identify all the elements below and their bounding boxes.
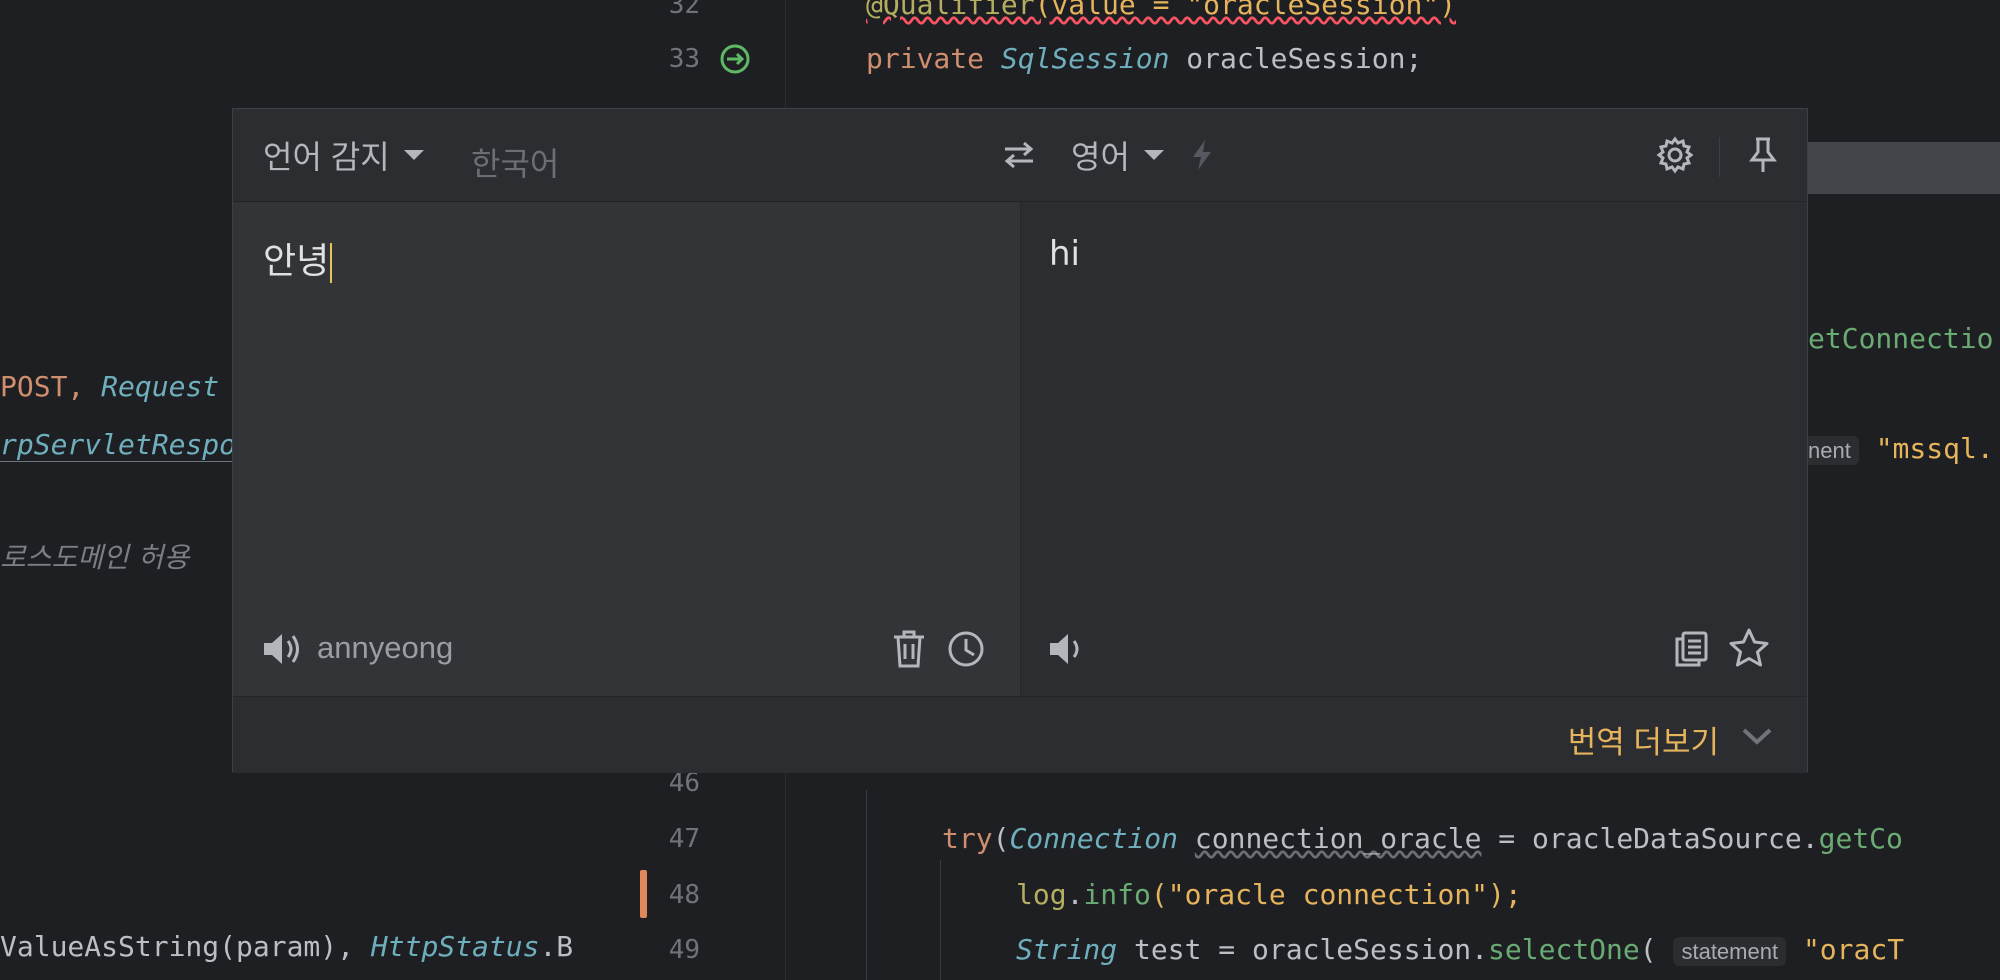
translator-footer: 번역 더보기 [233, 696, 1807, 773]
target-language-label: 영어 [1071, 139, 1130, 175]
caret-down-icon [403, 150, 424, 160]
speaker-icon[interactable] [261, 628, 303, 670]
chevron-down-icon[interactable] [1737, 719, 1777, 753]
source-pane: 안녕 annyeong [233, 202, 1021, 696]
code-line-49: String test = oracleSession.selectOne( s… [1016, 933, 1905, 966]
code-comment: 로스도메인 허용 [0, 541, 190, 574]
copy-icon[interactable] [1671, 628, 1711, 670]
translated-text: hi [1049, 234, 1080, 274]
code-line-47: try(Connection connection_oracle = oracl… [942, 822, 1903, 855]
gear-icon[interactable] [1655, 135, 1695, 175]
code-line-32: @Qualifier(value = "oracleSession") [866, 0, 1457, 21]
line-number: 48 [668, 880, 700, 910]
code-fragment: rpServletRespo [0, 428, 237, 462]
line-number: 49 [668, 935, 700, 965]
trash-icon[interactable] [889, 628, 929, 670]
implementation-icon[interactable] [718, 42, 752, 76]
indent-guide [866, 790, 867, 980]
line-number: 32 [668, 0, 700, 20]
speaker-icon[interactable] [1047, 628, 1089, 670]
translator-toolbar: 언어 감지 한국어 영어 [233, 109, 1807, 202]
editor-highlight-bar [1808, 142, 2000, 194]
target-pane: hi [1021, 202, 1807, 696]
caret-down-icon [1143, 150, 1164, 160]
code-fragment: nent "mssql. [1800, 432, 1994, 465]
swap-arrows-icon[interactable] [1001, 137, 1037, 173]
change-marker[interactable] [640, 870, 647, 918]
code-fragment: etConnectio [1808, 322, 1994, 355]
line-number: 33 [668, 44, 700, 74]
target-language-dropdown[interactable]: 영어 [1071, 137, 1164, 175]
indent-guide [940, 860, 941, 980]
star-icon[interactable] [1727, 626, 1771, 670]
code-fragment: ValueAsString(param), HttpStatus.B [0, 930, 574, 963]
lightning-icon[interactable] [1187, 137, 1217, 173]
line-number: 47 [668, 824, 700, 854]
translator-popup: 언어 감지 한국어 영어 안녕 annyeong hi 번역 더보기 [232, 108, 1808, 773]
code-fragment: POST, Request [0, 370, 220, 403]
romanization-text: annyeong [317, 630, 454, 665]
toolbar-divider [1719, 137, 1720, 177]
detected-language: 한국어 [471, 146, 560, 182]
source-text-input[interactable]: 안녕 [263, 232, 333, 284]
code-line-48: log.info("oracle connection"); [1016, 878, 1522, 911]
clock-icon[interactable] [945, 628, 987, 670]
code-line-33: private SqlSession oracleSession; [866, 42, 1423, 75]
more-translation-link[interactable]: 번역 더보기 [1568, 717, 1719, 762]
text-cursor [330, 243, 333, 283]
source-language-dropdown[interactable]: 언어 감지 [263, 137, 424, 175]
pin-icon[interactable] [1743, 135, 1783, 175]
source-language-label: 언어 감지 [263, 139, 390, 175]
